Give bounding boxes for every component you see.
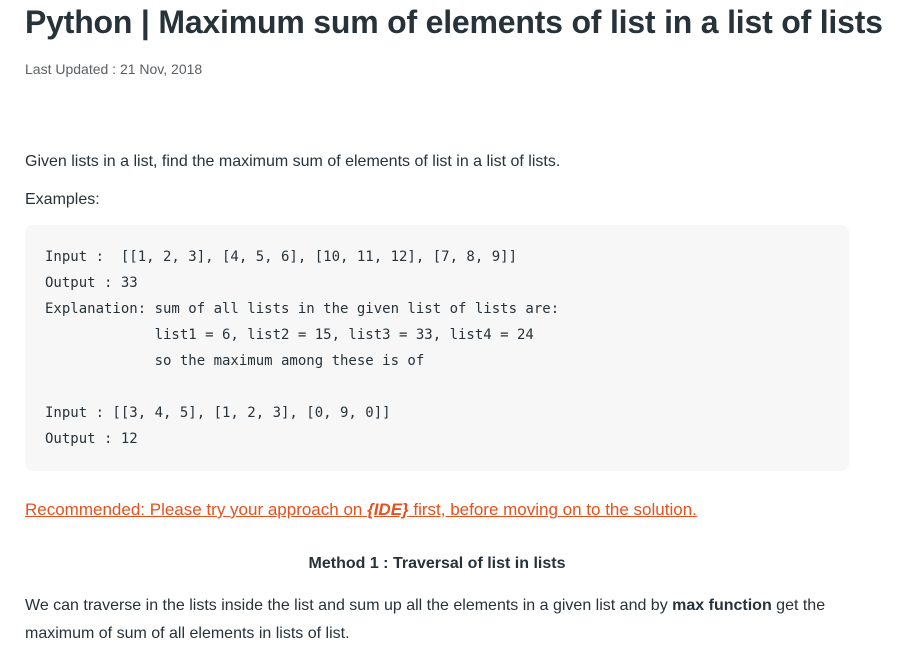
max-function-bold: max function xyxy=(672,597,772,614)
method-description-part1: We can traverse in the lists inside the … xyxy=(25,597,673,614)
recommended-suffix: first, before moving on to the solution. xyxy=(408,500,697,519)
recommended-prefix: Recommended: Please try your approach on xyxy=(25,500,368,519)
method-description: We can traverse in the lists inside the … xyxy=(25,592,855,648)
ide-link-text[interactable]: {IDE} xyxy=(367,500,409,519)
intro-text: Given lists in a list, find the maximum … xyxy=(25,153,561,170)
code-example-block: Input : [[1, 2, 3], [4, 5, 6], [10, 11, … xyxy=(25,225,849,471)
recommended-ide-link[interactable]: Recommended: Please try your approach on… xyxy=(25,500,697,520)
page-title: Python | Maximum sum of elements of list… xyxy=(25,4,883,40)
code-example-text[interactable]: Input : [[1, 2, 3], [4, 5, 6], [10, 11, … xyxy=(45,244,559,452)
last-updated: Last Updated : 21 Nov, 2018 xyxy=(25,61,203,77)
method-heading: Method 1 : Traversal of list in lists xyxy=(308,555,566,572)
examples-label: Examples: xyxy=(25,191,100,208)
